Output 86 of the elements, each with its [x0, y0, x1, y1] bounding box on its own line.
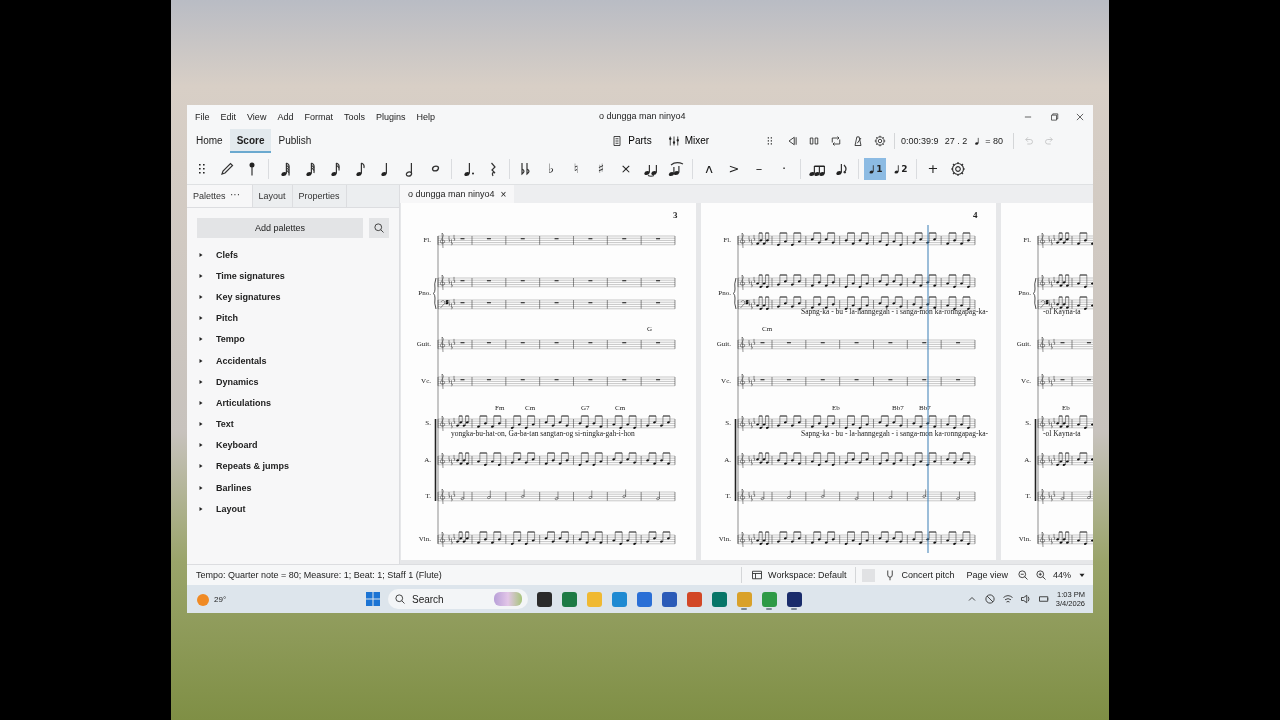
volume-icon[interactable] [1019, 593, 1032, 605]
toolbar-button[interactable]: > [723, 157, 745, 180]
palette-item[interactable]: Dynamics [187, 371, 399, 393]
menu-item[interactable]: Format [304, 111, 333, 122]
playback-time: 0:00:39:9 [901, 135, 939, 146]
menu-item[interactable]: Plugins [375, 111, 406, 122]
tempo-value: = 80 [985, 135, 1003, 146]
toolbar-button[interactable]: ♭ [540, 157, 562, 180]
mixer-icon [667, 134, 680, 147]
zoom-out-icon[interactable] [1017, 569, 1029, 581]
view-mode-button[interactable]: Page view [963, 570, 1011, 580]
search-icon [394, 593, 406, 605]
window-title: o dungga man ninyo4 [599, 111, 686, 121]
panel-tab[interactable]: Properties [292, 185, 347, 207]
page-number: 3 [673, 210, 678, 220]
search-button[interactable] [369, 218, 389, 238]
app-icon[interactable] [536, 591, 552, 607]
battery-icon[interactable] [1037, 593, 1050, 605]
mixer-button[interactable]: Mixer [664, 132, 713, 149]
temperature-text: 29° [214, 594, 227, 604]
palette-item[interactable]: Pitch [187, 307, 399, 329]
toolbar-button[interactable]: ♮ [565, 157, 587, 180]
menu-item[interactable]: Help [416, 111, 435, 122]
rewind-icon [786, 134, 799, 147]
toolbar-button[interactable]: ʌ [698, 157, 720, 180]
palette-item[interactable]: Text [187, 413, 399, 435]
workspace-button[interactable]: Workspace: Default [748, 569, 850, 581]
palette-item[interactable]: Articulations [187, 392, 399, 414]
panel-menu-button[interactable]: ··· [230, 189, 240, 200]
menu-item[interactable]: File [195, 111, 210, 122]
menu-item[interactable]: Edit [220, 111, 237, 122]
toolbar-button[interactable]: + [922, 157, 944, 180]
add-palettes-button[interactable]: Add palettes [197, 218, 363, 238]
toolbar-button[interactable]: · [773, 157, 795, 180]
settings-icon [874, 134, 887, 147]
app-icon[interactable] [661, 591, 677, 607]
document-icon [611, 134, 624, 147]
pencil-icon [219, 160, 235, 177]
menu-item[interactable]: Tools [343, 111, 365, 122]
wifi-icon[interactable] [1001, 593, 1014, 605]
close-icon [1075, 111, 1085, 122]
palette-item[interactable]: Keyboard [187, 434, 399, 456]
palette-item[interactable]: Tempo [187, 328, 399, 350]
palette-item[interactable]: Time signatures [187, 265, 399, 287]
toolbar-button[interactable]: × [615, 157, 637, 180]
flower-icon [494, 592, 522, 606]
piano-brace [433, 277, 437, 310]
piano-brace [1033, 277, 1037, 310]
panel-tab[interactable]: Layout [252, 185, 293, 207]
app-icon[interactable] [786, 591, 802, 607]
restore-icon [1049, 111, 1059, 122]
concert-pitch-button[interactable]: Concert pitch [881, 569, 958, 581]
palette-item[interactable]: Clefs [187, 244, 399, 266]
ribbon-tab[interactable]: Publish [271, 128, 319, 153]
toolbar-button[interactable]: – [748, 157, 770, 180]
settings-icon [950, 160, 966, 177]
parts-button[interactable]: Parts [608, 132, 655, 149]
status-message: Tempo: Quarter note = 80; Measure: 1; Beat: 1; Staff 1 (Flute) [196, 570, 442, 580]
piano-brace [733, 277, 737, 310]
search-field[interactable]: Search [388, 589, 528, 609]
loop-icon [830, 134, 843, 147]
palette-item[interactable]: Accidentals [187, 349, 399, 372]
metronome-icon [852, 134, 865, 147]
whole-note-icon [430, 165, 440, 172]
menu-item[interactable]: Add [277, 111, 294, 122]
start-icon[interactable] [365, 591, 381, 607]
ribbon-tab[interactable]: Score [229, 128, 272, 153]
workspace-icon [751, 569, 764, 581]
network-icon[interactable] [983, 593, 996, 605]
palette-item[interactable]: Barlines [187, 477, 399, 499]
voice-button[interactable]: 2 [889, 157, 911, 180]
document-tab[interactable]: o dungga man ninyo4 × [400, 185, 515, 203]
palette-item[interactable]: Key signatures [187, 286, 399, 308]
slur-icon [668, 160, 684, 177]
measure-beat-position: 27 . 2 [944, 135, 968, 146]
palette-item[interactable]: Repeats & jumps [187, 455, 399, 478]
search-icon [373, 222, 385, 234]
zoom-in-icon[interactable] [1035, 569, 1047, 581]
zoom-level: 44% [1053, 570, 1071, 580]
menu-item[interactable]: View [247, 111, 267, 122]
close-tab-button[interactable]: × [500, 188, 507, 200]
ribbon-tab[interactable]: Home [189, 128, 230, 153]
voice-button[interactable]: 1 [864, 157, 886, 180]
toolbar-button[interactable]: ♯ [590, 157, 612, 180]
palette-item[interactable]: Layout [187, 498, 399, 520]
page-number: 4 [973, 210, 978, 220]
